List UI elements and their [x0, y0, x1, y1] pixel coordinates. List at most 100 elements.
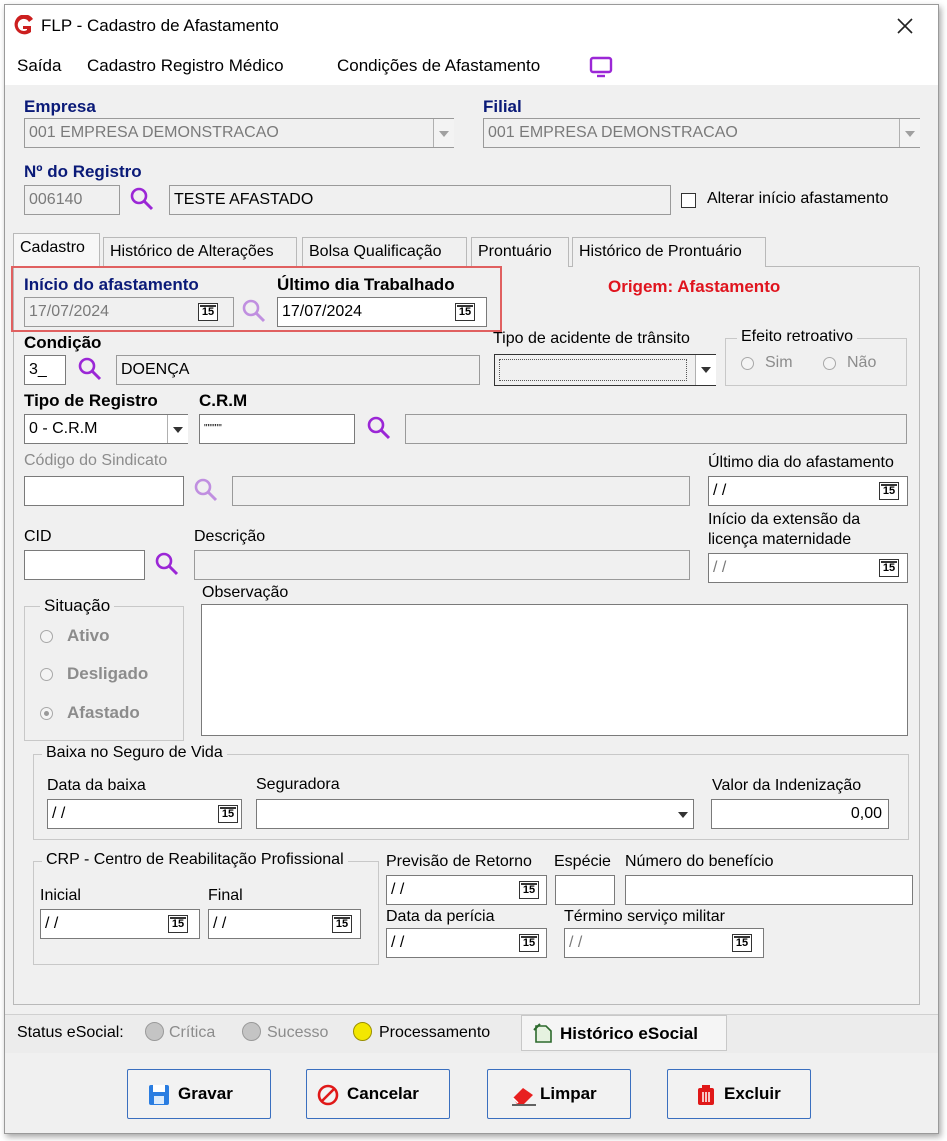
sindicato-label: Código do Sindicato [24, 452, 168, 469]
situacao-desligado-label: Desligado [67, 664, 149, 683]
processamento-label: Processamento [379, 1024, 491, 1041]
tipo-registro-dropdown-button[interactable] [167, 415, 188, 443]
crp-group-label: CRP - Centro de Reabilitação Profissiona… [42, 851, 348, 869]
search-icon[interactable] [154, 551, 180, 577]
efeito-sim-radio[interactable] [741, 357, 754, 370]
calendar-icon[interactable]: 15 [732, 934, 752, 952]
calendar-icon[interactable]: 15 [332, 915, 352, 933]
seguradora-dropdown-button[interactable] [673, 800, 693, 828]
crm-name-field [405, 414, 907, 444]
calendar-icon[interactable]: 15 [519, 934, 539, 952]
situacao-afastado-radio[interactable] [40, 707, 53, 720]
seguradora-select[interactable] [256, 799, 694, 829]
condicao-code-field[interactable]: 3_ [24, 355, 66, 385]
tab-cadastro[interactable]: Cadastro [13, 233, 100, 267]
registro-name-field: TESTE AFASTADO [169, 185, 671, 215]
cancel-icon [317, 1084, 339, 1106]
menu-bar: Saída Cadastro Registro Médico Condições… [5, 45, 938, 85]
registro-number-field[interactable]: 006140 [24, 185, 120, 215]
tipo-acidente-select[interactable] [494, 354, 716, 386]
tab-prontuario[interactable]: Prontuário [471, 237, 569, 267]
sucesso-status-icon [242, 1022, 261, 1041]
menu-cadastro-registro-medico[interactable]: Cadastro Registro Médico [87, 56, 284, 76]
save-icon [149, 1085, 169, 1105]
tab-bolsa-qualificacao[interactable]: Bolsa Qualificação [302, 237, 467, 267]
filial-dropdown-button[interactable] [899, 119, 920, 147]
close-icon[interactable] [897, 18, 913, 34]
situacao-label: Situação [40, 596, 115, 616]
sindicato-name-field [232, 476, 690, 506]
tab-historico-alteracoes[interactable]: Histórico de Alterações [103, 237, 297, 267]
valor-indenizacao-field[interactable]: 0,00 [711, 799, 889, 829]
tipo-acidente-dropdown-button[interactable] [695, 355, 716, 385]
empresa-dropdown-button[interactable] [433, 119, 454, 147]
menu-saida[interactable]: Saída [17, 56, 61, 76]
gravar-button[interactable]: Gravar [127, 1069, 271, 1119]
critica-status-icon [145, 1022, 164, 1041]
ultimo-afastamento-field[interactable]: / / [708, 476, 908, 506]
data-baixa-field[interactable]: / / [47, 799, 242, 829]
sucesso-label: Sucesso [267, 1024, 329, 1041]
empresa-select[interactable]: 001 EMPRESA DEMONSTRACAO [24, 118, 454, 148]
situacao-desligado-radio[interactable] [40, 668, 53, 681]
excluir-button[interactable]: Excluir [667, 1069, 811, 1119]
menu-condicoes-afastamento[interactable]: Condições de Afastamento [337, 56, 540, 76]
registro-label: Nº do Registro [24, 162, 142, 181]
descricao-label: Descrição [194, 528, 266, 545]
efeito-nao-radio[interactable] [823, 357, 836, 370]
tipo-registro-select[interactable]: 0 - C.R.M [24, 414, 188, 444]
crm-field[interactable]: """"" [199, 414, 355, 444]
situacao-ativo-radio[interactable] [40, 630, 53, 643]
document-icon [533, 1023, 552, 1043]
historico-esocial-label: Histórico eSocial [560, 1024, 698, 1043]
numero-beneficio-field[interactable] [625, 875, 913, 905]
situacao-afastado-label: Afastado [67, 703, 140, 722]
app-logo-icon [14, 15, 33, 35]
tipo-acidente-label: Tipo de acidente de trânsito [493, 330, 690, 347]
cancelar-button[interactable]: Cancelar [306, 1069, 450, 1119]
calendar-icon[interactable]: 15 [879, 482, 899, 500]
sindicato-field[interactable] [24, 476, 184, 506]
limpar-button[interactable]: Limpar [487, 1069, 631, 1119]
observacao-textarea[interactable] [201, 604, 908, 736]
origem-label: Origem: Afastamento [608, 277, 781, 296]
critica-label: Crítica [169, 1024, 216, 1041]
search-icon[interactable] [241, 298, 267, 324]
cid-field[interactable] [24, 550, 145, 580]
calendar-icon[interactable]: 15 [198, 303, 218, 321]
status-esocial-label: Status eSocial: [17, 1024, 124, 1041]
search-icon[interactable] [366, 415, 392, 441]
main-window: FLP - Cadastro de Afastamento Saída Cada… [4, 4, 939, 1134]
monitor-icon[interactable] [589, 56, 613, 78]
processamento-status-icon [353, 1022, 372, 1041]
ultimo-afastamento-label: Último dia do afastamento [708, 454, 894, 471]
termino-militar-label: Término serviço militar [564, 908, 725, 925]
data-pericia-label: Data da perícia [386, 908, 495, 925]
alterar-inicio-checkbox[interactable] [681, 193, 696, 208]
search-icon[interactable] [129, 186, 155, 212]
inicio-afastamento-label: Início do afastamento [24, 275, 199, 294]
descricao-field [194, 550, 690, 580]
trash-icon [698, 1085, 714, 1105]
search-icon[interactable] [193, 477, 219, 503]
calendar-icon[interactable]: 15 [879, 559, 899, 577]
search-icon[interactable] [77, 356, 103, 382]
extensao-field[interactable]: / / [708, 553, 908, 583]
calendar-icon[interactable]: 15 [168, 915, 188, 933]
filial-select[interactable]: 001 EMPRESA DEMONSTRACAO [483, 118, 920, 148]
tab-historico-prontuario[interactable]: Histórico de Prontuário [572, 237, 766, 267]
historico-esocial-button[interactable]: Histórico eSocial [521, 1015, 727, 1051]
valor-indenizacao-label: Valor da Indenização [712, 777, 862, 794]
especie-field[interactable] [555, 875, 615, 905]
extensao-label-line2: licença maternidade [708, 531, 852, 548]
calendar-icon[interactable]: 15 [519, 881, 539, 899]
especie-label: Espécie [554, 853, 611, 870]
calendar-icon[interactable]: 15 [455, 303, 475, 321]
calendar-icon[interactable]: 15 [218, 805, 238, 823]
crp-inicial-label: Inicial [40, 887, 81, 904]
ultimo-trabalhado-label: Último dia Trabalhado [277, 275, 455, 294]
filial-label: Filial [483, 97, 522, 116]
efeito-retroativo-label: Efeito retroativo [737, 328, 858, 346]
efeito-nao-label: Não [847, 354, 877, 371]
crm-label: C.R.M [199, 391, 248, 410]
